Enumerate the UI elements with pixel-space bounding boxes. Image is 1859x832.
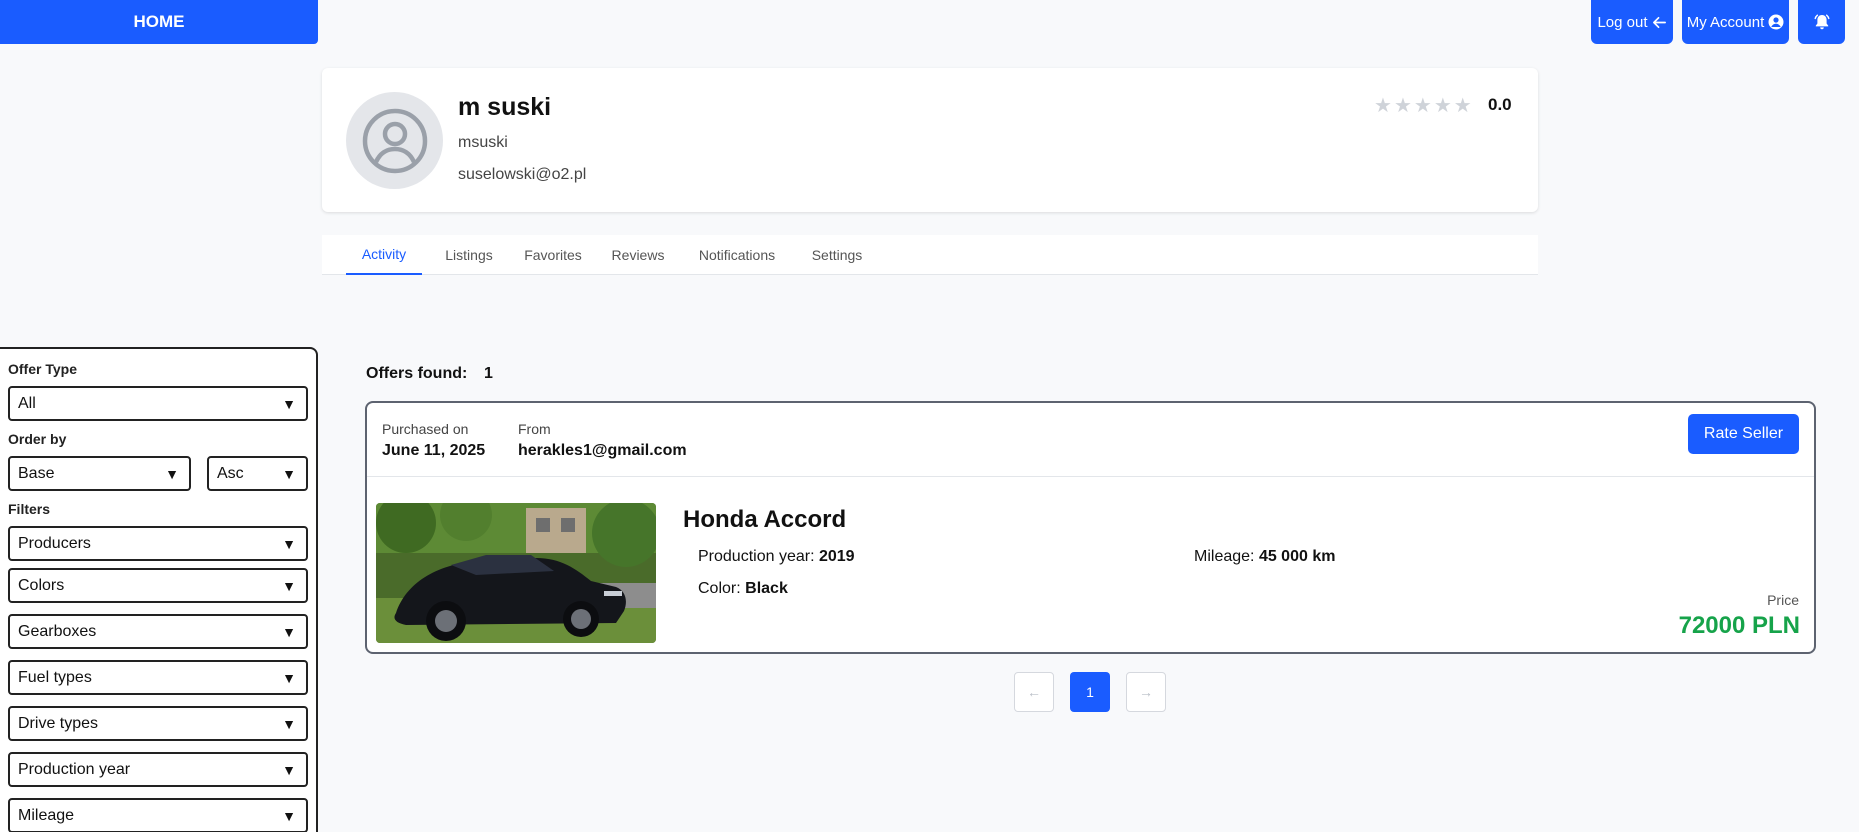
dropdown-arrow-icon: ▼ bbox=[282, 577, 296, 594]
mileage-spec: Mileage: 45 000 km bbox=[1194, 548, 1335, 566]
production-year-value: 2019 bbox=[818, 548, 855, 565]
notifications-button[interactable] bbox=[1798, 0, 1845, 44]
tab-listings[interactable]: Listings bbox=[438, 235, 500, 275]
purchased-on-label: Purchased on bbox=[382, 421, 469, 437]
profile-tabs: Activity Listings Favorites Reviews Noti… bbox=[322, 235, 1538, 275]
price-label: Price bbox=[1767, 592, 1799, 608]
order-by-select[interactable]: Base ▼ bbox=[8, 456, 191, 491]
filter-label: Production year bbox=[18, 760, 131, 778]
production-year-spec: Production year: 2019 bbox=[698, 548, 855, 566]
seller-email: herakles1@gmail.com bbox=[518, 442, 687, 459]
star-icon: ★ bbox=[1433, 95, 1452, 117]
rate-seller-button[interactable]: Rate Seller bbox=[1688, 414, 1799, 454]
color-spec: Color: Black bbox=[698, 580, 788, 598]
from-label: From bbox=[518, 421, 551, 437]
offer-type-select[interactable]: All ▼ bbox=[8, 386, 308, 421]
my-account-button[interactable]: My Account bbox=[1682, 0, 1789, 44]
order-direction-select[interactable]: Asc ▼ bbox=[207, 456, 308, 491]
filter-label: Fuel types bbox=[18, 668, 92, 686]
order-by-value: Base bbox=[18, 464, 55, 482]
profile-username: msuski bbox=[458, 134, 508, 151]
car-title[interactable]: Honda Accord bbox=[683, 506, 846, 534]
offers-found-count: 1 bbox=[484, 365, 493, 382]
production-year-filter[interactable]: Production year ▼ bbox=[8, 752, 308, 787]
dropdown-arrow-icon: ▼ bbox=[282, 715, 296, 732]
car-photo[interactable] bbox=[376, 503, 656, 643]
price-value: 72000 PLN bbox=[1678, 612, 1800, 639]
dropdown-arrow-icon: ▼ bbox=[282, 465, 296, 482]
color-label: Color: bbox=[698, 580, 741, 597]
profile-name: m suski bbox=[458, 93, 552, 121]
user-circle-icon bbox=[1768, 14, 1784, 30]
avatar bbox=[346, 92, 443, 189]
arrow-left-icon bbox=[1652, 16, 1666, 28]
offer-card: Purchased on June 11, 2025 From herakles… bbox=[365, 401, 1816, 654]
dropdown-arrow-icon: ▼ bbox=[282, 807, 296, 824]
dropdown-arrow-icon: ▼ bbox=[282, 761, 296, 778]
star-icon: ★ bbox=[1393, 95, 1412, 117]
previous-page-button[interactable]: ← bbox=[1014, 672, 1054, 712]
rating-stars: ★ ★ ★ ★ ★ bbox=[1374, 96, 1472, 116]
production-year-label: Production year: bbox=[698, 548, 815, 565]
profile-card: m suski msuski suselowski@o2.pl ★ ★ ★ ★ … bbox=[322, 68, 1538, 212]
tab-favorites[interactable]: Favorites bbox=[516, 235, 590, 275]
dropdown-arrow-icon: ▼ bbox=[282, 395, 296, 412]
tab-activity[interactable]: Activity bbox=[346, 235, 422, 275]
logout-button[interactable]: Log out bbox=[1591, 0, 1673, 44]
dropdown-arrow-icon: ▼ bbox=[282, 535, 296, 552]
page-1-button[interactable]: 1 bbox=[1070, 672, 1110, 712]
filter-label: Drive types bbox=[18, 714, 99, 732]
order-by-label: Order by bbox=[8, 431, 67, 447]
tab-settings[interactable]: Settings bbox=[804, 235, 870, 275]
tab-notifications[interactable]: Notifications bbox=[686, 235, 788, 275]
home-button[interactable]: HOME bbox=[0, 0, 318, 44]
rating-value: 0.0 bbox=[1488, 95, 1512, 114]
order-direction-value: Asc bbox=[217, 464, 244, 482]
my-account-label: My Account bbox=[1686, 13, 1765, 31]
tab-reviews[interactable]: Reviews bbox=[606, 235, 670, 275]
filter-label: Mileage bbox=[18, 806, 75, 824]
star-icon: ★ bbox=[1413, 95, 1432, 117]
bell-icon bbox=[1814, 14, 1829, 30]
producers-filter[interactable]: Producers ▼ bbox=[8, 526, 308, 561]
drive-types-filter[interactable]: Drive types ▼ bbox=[8, 706, 308, 741]
filters-label: Filters bbox=[8, 501, 51, 517]
star-icon: ★ bbox=[1453, 95, 1472, 117]
offer-card-header: Purchased on June 11, 2025 From herakles… bbox=[367, 403, 1814, 477]
dropdown-arrow-icon: ▼ bbox=[282, 623, 296, 640]
colors-filter[interactable]: Colors ▼ bbox=[8, 568, 308, 603]
color-value: Black bbox=[745, 580, 788, 597]
profile-email: suselowski@o2.pl bbox=[458, 166, 587, 183]
star-icon: ★ bbox=[1374, 95, 1392, 117]
mileage-label: Mileage: bbox=[1194, 548, 1255, 565]
filter-label: Gearboxes bbox=[18, 622, 97, 640]
user-avatar-icon bbox=[362, 108, 427, 173]
filter-label: Colors bbox=[18, 576, 65, 594]
offers-found-label: Offers found: bbox=[366, 365, 468, 382]
mileage-value: 45 000 km bbox=[1258, 548, 1336, 565]
offer-type-value: All bbox=[18, 394, 36, 412]
fuel-types-filter[interactable]: Fuel types ▼ bbox=[8, 660, 308, 695]
mileage-filter[interactable]: Mileage ▼ bbox=[8, 798, 308, 832]
offer-type-label: Offer Type bbox=[8, 361, 77, 377]
gearboxes-filter[interactable]: Gearboxes ▼ bbox=[8, 614, 308, 649]
logout-label: Log out bbox=[1597, 13, 1648, 31]
purchased-date: June 11, 2025 bbox=[382, 442, 486, 459]
dropdown-arrow-icon: ▼ bbox=[282, 669, 296, 686]
next-page-button[interactable]: → bbox=[1126, 672, 1166, 712]
filter-sidebar: Offer Type All ▼ Order by Base ▼ Asc ▼ F… bbox=[0, 347, 318, 832]
dropdown-arrow-icon: ▼ bbox=[165, 465, 179, 482]
filter-label: Producers bbox=[18, 534, 91, 552]
